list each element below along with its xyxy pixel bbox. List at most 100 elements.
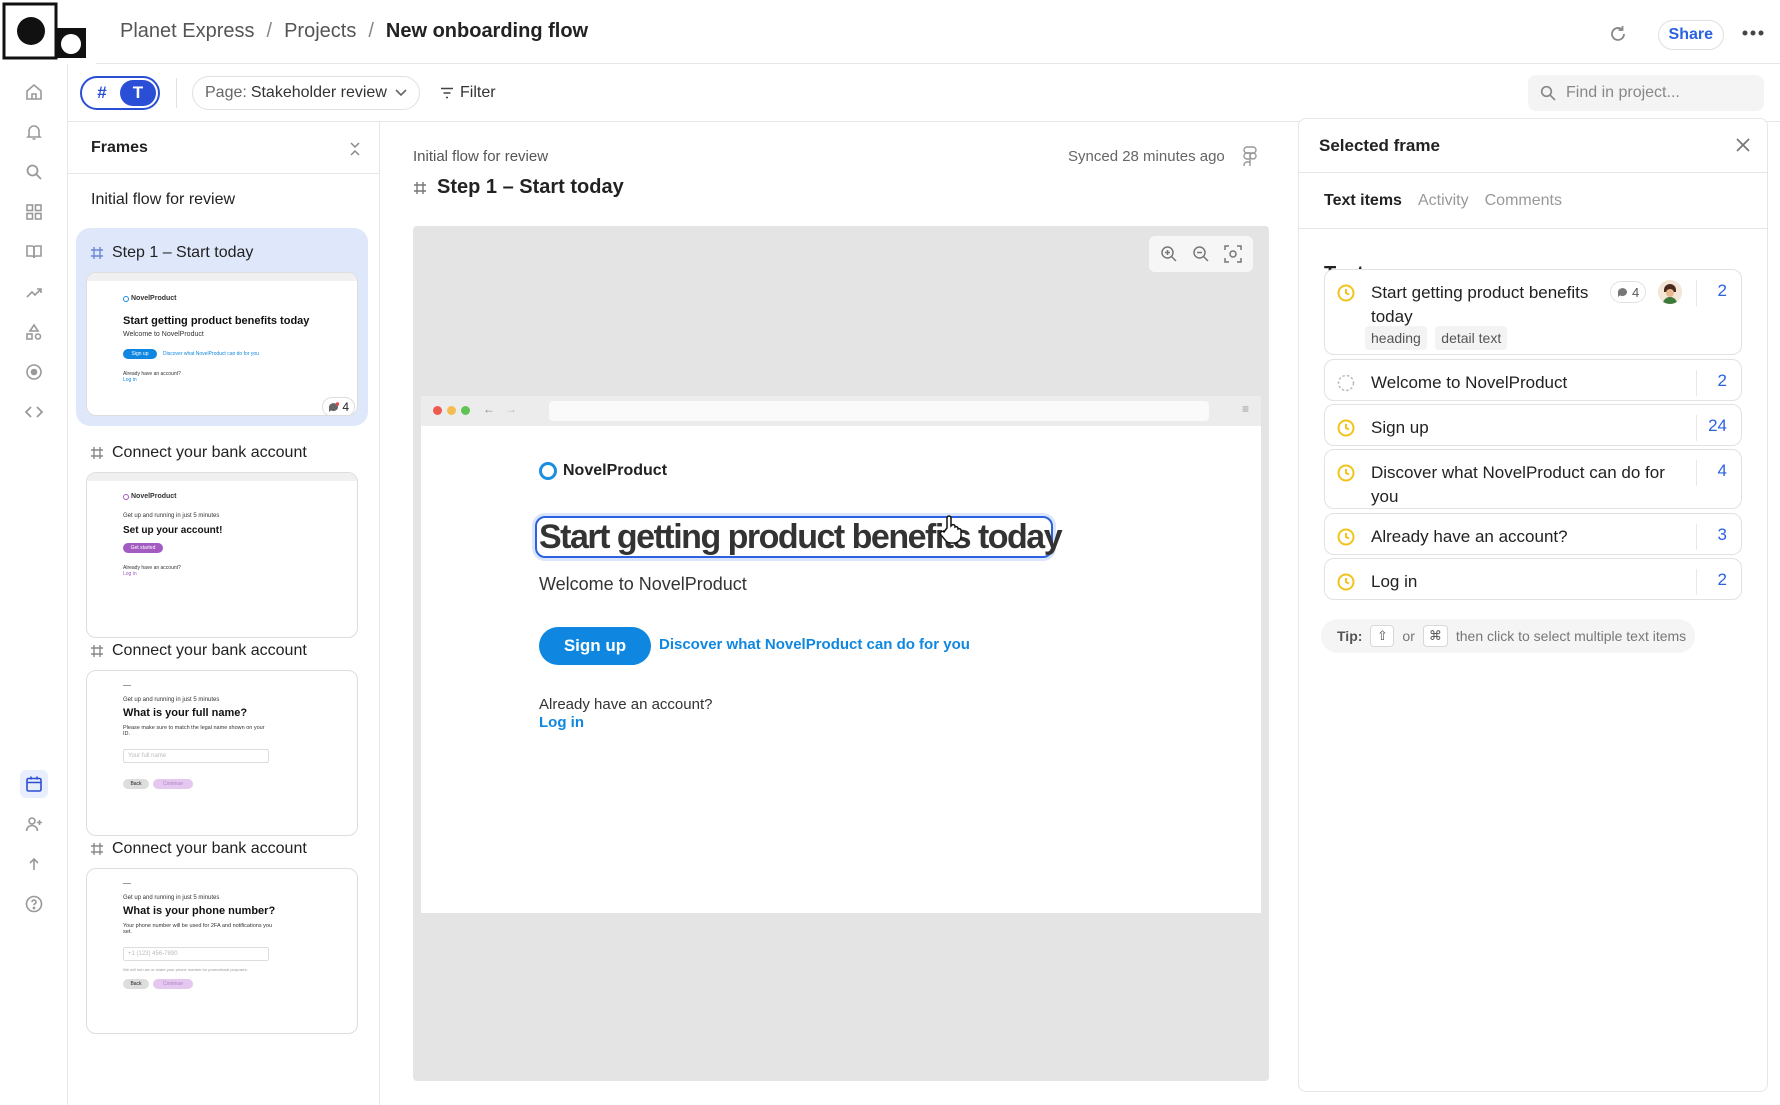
- search-icon[interactable]: [20, 158, 48, 186]
- breadcrumb-org[interactable]: Planet Express: [120, 20, 255, 43]
- participant-avatar[interactable]: [1658, 280, 1682, 304]
- tab-comments[interactable]: Comments: [1485, 192, 1562, 210]
- comment-count-badge[interactable]: 4: [1610, 281, 1647, 303]
- comment-count: 4: [1632, 284, 1640, 300]
- add-user-icon[interactable]: [20, 810, 48, 838]
- calendar-icon[interactable]: [20, 770, 48, 798]
- text-item[interactable]: Log in 2: [1324, 558, 1742, 600]
- book-icon[interactable]: [20, 238, 48, 266]
- thumb-note: Please make sure to match the legal name…: [123, 725, 265, 737]
- selected-text-highlight[interactable]: Start getting product benefits today: [535, 516, 1063, 558]
- chevron-down-icon: [395, 89, 407, 97]
- zoom-out-icon[interactable]: [1192, 245, 1210, 263]
- frame-item[interactable]: Connect your bank account Get up and run…: [76, 824, 368, 1034]
- tag[interactable]: detail text: [1435, 326, 1508, 350]
- panel-tabs: Text items Activity Comments: [1299, 173, 1767, 229]
- frames-group-label[interactable]: Initial flow for review: [68, 174, 379, 232]
- thumb-back: Back: [123, 979, 149, 989]
- thumb-logo: NovelProduct: [131, 295, 177, 302]
- collapse-icon[interactable]: [349, 142, 361, 156]
- preview-welcome[interactable]: Welcome to NovelProduct: [539, 574, 747, 595]
- find-placeholder: Find in project...: [1566, 84, 1680, 101]
- tab-text-items[interactable]: Text items: [1324, 192, 1402, 210]
- help-icon[interactable]: [20, 890, 48, 918]
- text-item-label: Log in: [1371, 572, 1418, 591]
- breadcrumb-current: New onboarding flow: [385, 20, 589, 42]
- components-icon[interactable]: [20, 318, 48, 346]
- frames-view-toggle[interactable]: #: [84, 80, 120, 106]
- hamburger-icon: ≡: [1241, 402, 1249, 416]
- grid-icon[interactable]: [20, 198, 48, 226]
- frame-title: Connect your bank account: [112, 840, 307, 857]
- thumb-fine-print: We will not use or share your phone numb…: [123, 967, 248, 972]
- back-arrow-icon: ←: [483, 402, 495, 416]
- frame-thumbnail[interactable]: Get up and running in just 5 minutes Wha…: [86, 670, 358, 836]
- figma-icon[interactable]: [1243, 146, 1257, 166]
- more-options-icon[interactable]: [1742, 30, 1764, 36]
- find-in-project-input[interactable]: Find in project...: [1528, 75, 1764, 111]
- fit-screen-icon[interactable]: [1224, 245, 1242, 263]
- in-progress-status-icon: [1337, 573, 1355, 591]
- text-item[interactable]: Welcome to NovelProduct 2: [1324, 359, 1742, 401]
- breadcrumb-separator: /: [266, 20, 273, 42]
- tab-activity[interactable]: Activity: [1418, 192, 1469, 210]
- thumb-heading: What is your phone number?: [123, 905, 276, 917]
- frame-thumbnail[interactable]: NovelProduct Start getting product benef…: [86, 272, 358, 416]
- text-item[interactable]: Discover what NovelProduct can do for yo…: [1324, 449, 1742, 509]
- frame-item[interactable]: Step 1 – Start today NovelProduct Start …: [76, 228, 368, 426]
- thumb-sub: Get up and running in just 5 minutes: [123, 513, 220, 519]
- tip-or: or: [1402, 628, 1415, 644]
- page-select[interactable]: Page: Stakeholder review: [192, 76, 420, 110]
- preview-canvas[interactable]: ← → ≡ NovelProduct Start getting product…: [413, 226, 1269, 1081]
- divider: [1696, 280, 1697, 306]
- preview-signup-button[interactable]: Sign up: [539, 627, 651, 665]
- divider: [1696, 370, 1697, 396]
- url-bar: [549, 401, 1209, 421]
- frame-item[interactable]: Connect your bank account NovelProduct G…: [76, 428, 368, 638]
- page-select-prefix: Page:: [205, 84, 247, 101]
- target-icon[interactable]: [20, 358, 48, 386]
- workflow-icon[interactable]: [20, 278, 48, 306]
- divider: [176, 78, 177, 108]
- top-bar: Planet Express / Projects / New onboardi…: [96, 0, 1780, 64]
- comment-icon: [1618, 287, 1627, 297]
- thumb-login: Log in: [123, 377, 137, 383]
- divider: [1696, 460, 1697, 486]
- text-view-toggle[interactable]: T: [120, 80, 156, 106]
- panel-title: Selected frame: [1319, 135, 1440, 155]
- breadcrumb-projects[interactable]: Projects: [284, 20, 356, 43]
- text-item[interactable]: Start getting product benefits today 4 2…: [1324, 269, 1742, 355]
- tag[interactable]: heading: [1365, 326, 1427, 350]
- thumb-continue: Continue: [153, 779, 193, 789]
- upload-icon[interactable]: [20, 850, 48, 878]
- comment-count-badge[interactable]: 4: [322, 397, 355, 415]
- text-item[interactable]: Already have an account? 3: [1324, 513, 1742, 555]
- filter-button[interactable]: Filter: [440, 76, 496, 110]
- text-item-count: 2: [1717, 281, 1727, 300]
- refresh-icon[interactable]: [1608, 24, 1628, 44]
- text-item-count: 24: [1708, 416, 1727, 435]
- app-window: Planet Express / Projects / New onboardi…: [0, 0, 1780, 1105]
- preview-already-text[interactable]: Already have an account?: [539, 696, 712, 713]
- selected-frame-panel: Selected frame Text items Activity Comme…: [1298, 118, 1768, 1092]
- home-icon[interactable]: [20, 78, 48, 106]
- zoom-in-icon[interactable]: [1160, 245, 1178, 263]
- frame-thumbnail[interactable]: Get up and running in just 5 minutes Wha…: [86, 868, 358, 1034]
- frames-header: Frames: [68, 122, 379, 174]
- app-logo[interactable]: [0, 0, 96, 64]
- notifications-icon[interactable]: [20, 118, 48, 146]
- preview-login-link[interactable]: Log in: [539, 714, 584, 731]
- preview-heading[interactable]: Start getting product benefits today: [537, 518, 1063, 556]
- code-icon[interactable]: [20, 398, 48, 426]
- preview-discover-link[interactable]: Discover what NovelProduct can do for yo…: [659, 636, 970, 653]
- close-icon[interactable]: [1735, 137, 1751, 153]
- text-item-count: 2: [1717, 371, 1727, 390]
- zoom-controls: [1149, 236, 1253, 272]
- frame-thumbnail[interactable]: NovelProduct Get up and running in just …: [86, 472, 358, 638]
- view-toggle[interactable]: # T: [80, 76, 160, 110]
- share-button[interactable]: Share: [1657, 20, 1724, 50]
- frame-icon: [414, 181, 426, 194]
- in-progress-status-icon: [1337, 528, 1355, 546]
- frame-item[interactable]: Connect your bank account Get up and run…: [76, 626, 368, 836]
- text-item[interactable]: Sign up 24: [1324, 404, 1742, 446]
